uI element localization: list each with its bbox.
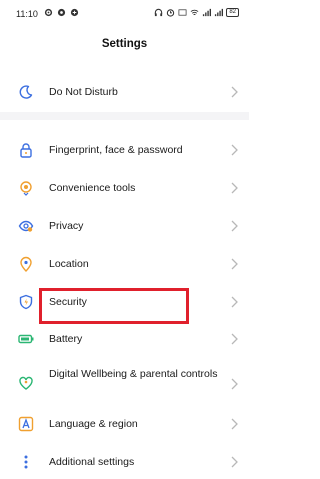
chevron-right-icon <box>231 182 238 194</box>
settings-item-label: Language & region <box>49 418 138 430</box>
battery-level: 82 <box>226 8 239 17</box>
settings-item-language-region[interactable]: Language & region <box>0 407 249 441</box>
settings-item-battery[interactable]: Battery <box>0 322 249 356</box>
settings-item-label: Do Not Disturb <box>49 86 118 98</box>
lock-icon <box>20 143 32 158</box>
chevron-right-icon <box>231 333 238 345</box>
convenience-icon <box>20 181 32 196</box>
heart-person-icon <box>19 376 33 390</box>
page-title: Settings <box>101 38 148 50</box>
status-bar: 11:10 82 <box>0 0 249 28</box>
chevron-right-icon <box>231 418 238 430</box>
wifi-icon <box>190 9 199 16</box>
settings-item-label: Digital Wellbeing & parental controls <box>49 368 218 380</box>
alarm-icon <box>167 9 175 17</box>
settings-item-fingerprint-face-password[interactable]: Fingerprint, face & password <box>0 133 249 167</box>
chevron-right-icon <box>231 456 238 468</box>
settings-item-label: Convenience tools <box>49 182 136 194</box>
eye-icon <box>18 220 34 232</box>
soccer-icon <box>57 8 66 17</box>
headphones-icon <box>155 8 163 17</box>
chevron-right-icon <box>231 86 238 98</box>
settings-item-label: Additional settings <box>49 456 135 468</box>
settings-item-label: Battery <box>49 333 83 345</box>
settings-item-label: Location <box>49 258 89 270</box>
location-pin-icon <box>20 256 32 272</box>
settings-item-label: Privacy <box>49 220 84 232</box>
chevron-right-icon <box>231 220 238 232</box>
status-time: 11:10 <box>16 9 38 19</box>
signal-icon <box>203 8 212 17</box>
dots-icon <box>24 455 28 469</box>
highlight-annotation-box <box>39 288 189 324</box>
settings-item-label: Fingerprint, face & password <box>49 144 183 156</box>
language-icon <box>18 416 34 432</box>
chevron-right-icon <box>231 296 238 308</box>
chevron-right-icon <box>231 144 238 156</box>
moon-icon <box>19 85 33 99</box>
status-right-icons: 82 <box>154 8 239 17</box>
settings-item-convenience-tools[interactable]: Convenience tools <box>0 171 249 205</box>
battery-icon <box>18 334 34 344</box>
settings-notification-icon <box>44 8 53 17</box>
chevron-right-icon <box>231 378 238 390</box>
data-speed-icon <box>178 9 187 16</box>
settings-item-digital-wellbeing[interactable]: Digital Wellbeing & parental controls <box>0 362 249 406</box>
status-left-icons <box>44 8 79 17</box>
signal-2-icon <box>215 8 224 17</box>
settings-item-additional-settings[interactable]: Additional settings <box>0 445 249 479</box>
settings-item-location[interactable]: Location <box>0 247 249 281</box>
shield-icon <box>19 294 33 310</box>
section-divider <box>0 112 249 120</box>
chevron-right-icon <box>231 258 238 270</box>
settings-item-privacy[interactable]: Privacy <box>0 209 249 243</box>
app-notification-icon <box>70 8 79 17</box>
settings-item-do-not-disturb[interactable]: Do Not Disturb <box>0 75 249 109</box>
